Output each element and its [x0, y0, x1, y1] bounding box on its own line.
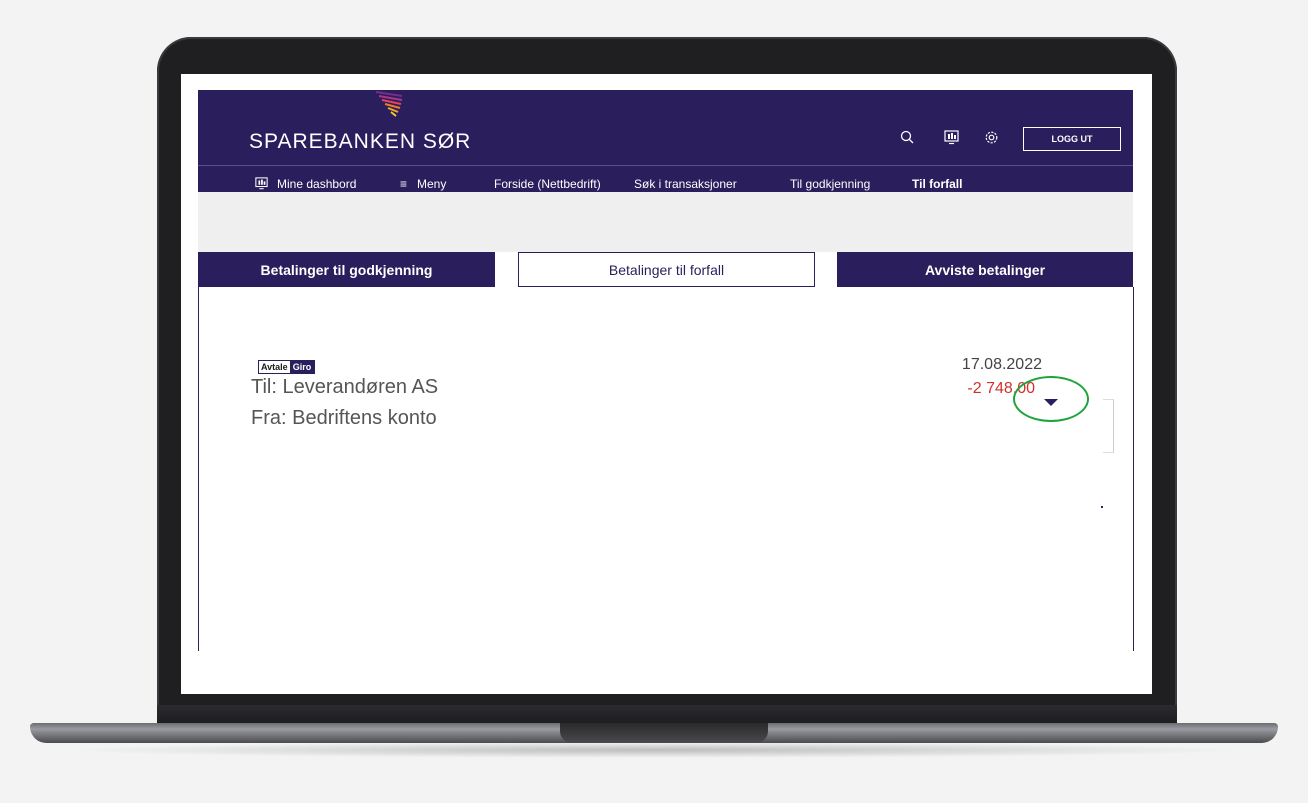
- badge-left: Avtale: [259, 361, 290, 373]
- laptop-notch: [560, 723, 768, 743]
- tab-payments-for-approval[interactable]: Betalinger til godkjenning: [198, 252, 495, 287]
- gear-icon[interactable]: [984, 130, 999, 150]
- laptop-shadow: [60, 742, 1250, 758]
- row-edge: [1103, 399, 1114, 453]
- laptop-screen: SPAREBANKEN SØR LOGG UT Mine dashbord ≡ M…: [181, 74, 1152, 694]
- nav-item-menu[interactable]: ≡ Meny: [400, 177, 446, 191]
- dashboard-icon: [255, 177, 268, 193]
- nav-item-home[interactable]: Forside (Nettbedrift): [494, 177, 601, 191]
- nav-item-due[interactable]: Til forfall: [912, 177, 962, 191]
- avtalegiro-badge: Avtale Giro: [258, 360, 316, 374]
- scroll-dot: [1101, 506, 1103, 508]
- nav-item-label: Meny: [417, 177, 447, 191]
- logout-button[interactable]: LOGG UT: [1023, 127, 1121, 151]
- highlight-circle: [1013, 376, 1089, 422]
- nav-item-for-approval[interactable]: Til godkjenning: [790, 177, 870, 191]
- nav-item-label: Mine dashbord: [277, 177, 357, 191]
- nav-divider: [198, 165, 1133, 166]
- tab-payments-due[interactable]: Betalinger til forfall: [518, 252, 815, 287]
- dashboard-icon[interactable]: [944, 130, 959, 150]
- page-spacer: [198, 192, 1133, 252]
- nav-item-search-transactions[interactable]: Søk i transaksjoner: [634, 177, 737, 191]
- screen-bottom: [181, 651, 1152, 694]
- tab-rejected-payments[interactable]: Avviste betalinger: [837, 252, 1133, 287]
- brand-name[interactable]: SPAREBANKEN SØR: [249, 130, 471, 154]
- bank-header: SPAREBANKEN SØR LOGG UT Mine dashbord ≡ M…: [198, 90, 1133, 192]
- payment-source-account: Fra: Bedriftens konto: [251, 407, 437, 429]
- search-icon[interactable]: [900, 130, 914, 149]
- payments-panel: [198, 287, 1134, 667]
- payment-due-date: 17.08.2022: [961, 356, 1042, 373]
- badge-right: Giro: [289, 361, 315, 373]
- nav-item-dashboards[interactable]: Mine dashbord: [255, 177, 356, 193]
- hamburger-icon: ≡: [400, 177, 408, 191]
- bank-logo-icon: [376, 91, 403, 117]
- payment-recipient: Til: Leverandøren AS: [251, 376, 439, 398]
